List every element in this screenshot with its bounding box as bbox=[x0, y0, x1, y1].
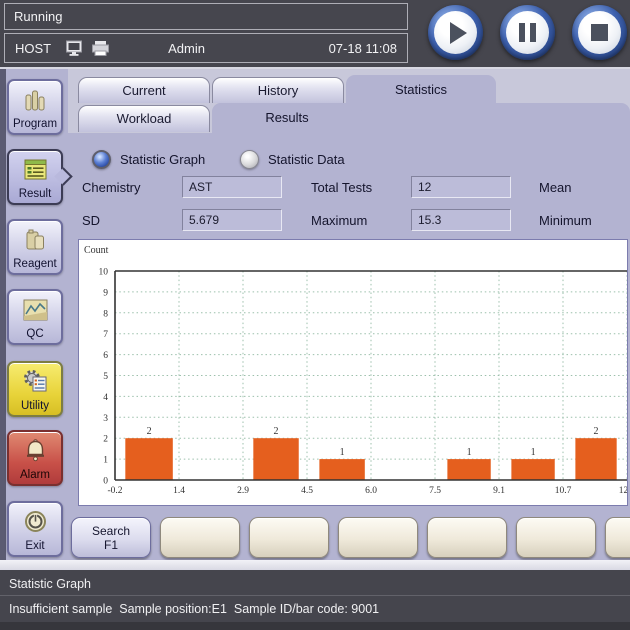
run-status-text: Running bbox=[14, 9, 62, 24]
svg-text:7: 7 bbox=[103, 330, 108, 340]
power-icon bbox=[22, 503, 49, 540]
sidebar-item-result[interactable]: Result bbox=[7, 149, 63, 205]
reagent-bottles-icon bbox=[22, 221, 48, 258]
svg-text:2: 2 bbox=[147, 426, 152, 437]
svg-text:7.5: 7.5 bbox=[429, 486, 441, 496]
svg-text:10.7: 10.7 bbox=[555, 486, 572, 496]
play-icon bbox=[450, 22, 467, 44]
tab-workload[interactable]: Workload bbox=[78, 105, 210, 132]
gear-settings-icon bbox=[22, 363, 49, 400]
svg-text:3: 3 bbox=[103, 414, 108, 424]
host-label: HOST bbox=[15, 41, 51, 56]
analyzer-screen: Running HOST Admin 07-18 11:08 bbox=[0, 0, 630, 630]
pause-icon bbox=[519, 23, 536, 42]
function-key-button-3[interactable] bbox=[249, 517, 329, 558]
chemistry-label: Chemistry bbox=[82, 180, 141, 195]
svg-text:1: 1 bbox=[531, 447, 536, 458]
radio-statistic-data[interactable]: Statistic Data bbox=[240, 150, 345, 169]
host-box: HOST Admin 07-18 11:08 bbox=[4, 33, 408, 63]
alarm-message: Insufficient sample Sample position:E1 S… bbox=[0, 597, 630, 621]
svg-text:9.1: 9.1 bbox=[493, 486, 505, 496]
svg-text:9: 9 bbox=[103, 288, 108, 298]
tab-statistics[interactable]: Statistics bbox=[346, 75, 496, 105]
maximum-label: Maximum bbox=[311, 213, 367, 228]
sd-label: SD bbox=[82, 213, 100, 228]
svg-text:1.4: 1.4 bbox=[173, 486, 185, 496]
printer-icon bbox=[91, 40, 110, 57]
minimum-label: Minimum bbox=[539, 213, 592, 228]
left-edge-strip bbox=[0, 69, 6, 572]
monitor-icon bbox=[65, 40, 85, 57]
sidebar-item-utility[interactable]: Utility bbox=[7, 361, 63, 417]
svg-text:6.0: 6.0 bbox=[365, 486, 377, 496]
stop-button[interactable] bbox=[572, 5, 627, 60]
svg-text:6: 6 bbox=[103, 351, 108, 361]
sidebar-item-qc[interactable]: QC bbox=[7, 289, 63, 345]
svg-text:1: 1 bbox=[340, 447, 345, 458]
svg-text:Count: Count bbox=[84, 245, 109, 256]
datetime: 07-18 11:08 bbox=[329, 41, 397, 56]
run-status-box: Running bbox=[4, 3, 408, 30]
function-key-button-2[interactable] bbox=[160, 517, 240, 558]
svg-text:1: 1 bbox=[467, 447, 472, 458]
svg-text:2: 2 bbox=[274, 426, 279, 437]
bottom-edge bbox=[0, 622, 630, 630]
svg-text:-0.2: -0.2 bbox=[107, 486, 122, 496]
svg-text:10: 10 bbox=[99, 268, 109, 278]
mean-label: Mean bbox=[539, 180, 572, 195]
qc-chart-icon bbox=[22, 291, 49, 328]
sidebar-item-alarm[interactable]: Alarm bbox=[7, 430, 63, 486]
maximum-field[interactable]: 15.3 bbox=[411, 209, 511, 231]
sidebar-item-reagent[interactable]: Reagent bbox=[7, 219, 63, 275]
tab-current[interactable]: Current bbox=[78, 77, 210, 103]
radio-statistic-graph[interactable]: Statistic Graph bbox=[92, 150, 205, 169]
test-tube-rack-icon bbox=[22, 81, 48, 118]
total-tests-field[interactable]: 12 bbox=[411, 176, 511, 198]
start-button[interactable] bbox=[428, 5, 483, 60]
tab-results[interactable]: Results bbox=[212, 103, 362, 134]
svg-text:5: 5 bbox=[103, 372, 108, 382]
sd-field[interactable]: 5.679 bbox=[182, 209, 282, 231]
statistics-histogram: 2 2 1 1 1 2 0 1 2 3 4 5 6 7 8 9 10 -0.2 1.4 2.9 4.5 6.0 7.5 9.1… bbox=[78, 239, 628, 506]
function-key-button-4[interactable] bbox=[338, 517, 418, 558]
radio-data-circle bbox=[240, 150, 259, 169]
function-key-button-5[interactable] bbox=[427, 517, 507, 558]
report-icon bbox=[22, 151, 49, 188]
function-key-button-7[interactable] bbox=[605, 517, 630, 558]
status-message: Statistic Graph bbox=[0, 572, 630, 596]
top-bar: Running HOST Admin 07-18 11:08 bbox=[0, 0, 630, 67]
total-tests-label: Total Tests bbox=[311, 180, 372, 195]
sidebar-item-exit[interactable]: Exit bbox=[7, 501, 63, 557]
main-panel: Statistics Results Current History Workl… bbox=[0, 67, 630, 570]
chemistry-field[interactable]: AST bbox=[182, 176, 282, 198]
histogram-svg: 2 2 1 1 1 2 0 1 2 3 4 5 6 7 8 9 10 -0.2 1.4 2.9 4.5 6.0 7.5 9.1… bbox=[79, 240, 627, 505]
pause-button[interactable] bbox=[500, 5, 555, 60]
radio-graph-circle bbox=[92, 150, 111, 169]
svg-text:4: 4 bbox=[103, 393, 108, 403]
svg-text:0: 0 bbox=[103, 477, 108, 487]
tab-statistics-label: Statistics bbox=[395, 82, 447, 97]
status-area: Statistic Graph Insufficient sample Samp… bbox=[0, 570, 630, 630]
svg-text:2: 2 bbox=[103, 435, 108, 445]
svg-text:12.2: 12.2 bbox=[619, 486, 627, 496]
svg-text:4.5: 4.5 bbox=[301, 486, 313, 496]
svg-text:2: 2 bbox=[594, 426, 599, 437]
tab-history[interactable]: History bbox=[212, 77, 344, 103]
tab-results-label: Results bbox=[265, 110, 308, 125]
svg-text:8: 8 bbox=[103, 309, 108, 319]
stop-icon bbox=[591, 24, 608, 41]
current-user: Admin bbox=[168, 41, 205, 56]
svg-text:2.9: 2.9 bbox=[237, 486, 249, 496]
function-key-button-6[interactable] bbox=[516, 517, 596, 558]
search-f1-button[interactable]: Search F1 bbox=[71, 517, 151, 558]
svg-text:1: 1 bbox=[103, 456, 108, 466]
alarm-bell-icon bbox=[22, 432, 49, 469]
sidebar-item-program[interactable]: Program bbox=[7, 79, 63, 135]
